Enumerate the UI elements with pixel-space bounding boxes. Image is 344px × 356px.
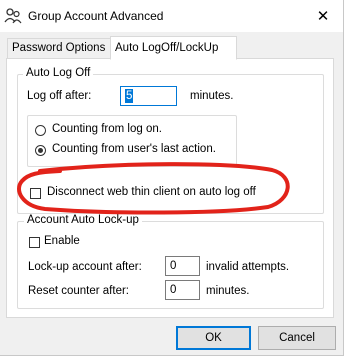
lockup-attempts-unit-label: invalid attempts. xyxy=(206,261,290,273)
counting-mode-group: Counting from log on. Counting from user… xyxy=(27,115,237,167)
reset-counter-unit-label: minutes. xyxy=(206,285,250,297)
radio-count-from-logon[interactable] xyxy=(35,125,46,136)
close-button[interactable]: ✕ xyxy=(303,0,343,32)
account-auto-lockup-group-title: Account Auto Lock-up xyxy=(24,214,142,226)
auto-log-off-group: Auto Log Off Log off after: 5 minutes. C… xyxy=(17,67,324,214)
radio-count-from-last-action[interactable] xyxy=(35,145,46,156)
dialog-window: Group Account Advanced ✕ Password Option… xyxy=(0,0,344,356)
enable-lockup-label[interactable]: Enable xyxy=(44,235,80,247)
radio-count-from-logon-label[interactable]: Counting from log on. xyxy=(52,123,162,135)
account-auto-lockup-group: Account Auto Lock-up Enable Lock-up acco… xyxy=(17,214,324,309)
enable-lockup-checkbox[interactable] xyxy=(29,237,40,248)
reset-counter-label: Reset counter after: xyxy=(28,285,129,297)
log-off-minutes-value: 5 xyxy=(125,89,134,103)
log-off-unit-label: minutes. xyxy=(190,90,234,102)
cancel-button[interactable]: Cancel xyxy=(258,326,336,350)
log-off-after-label: Log off after: xyxy=(27,90,92,102)
log-off-minutes-input[interactable]: 5 xyxy=(120,86,177,106)
radio-count-from-last-action-label[interactable]: Counting from user's last action. xyxy=(52,143,216,155)
close-icon: ✕ xyxy=(316,8,330,25)
window-title: Group Account Advanced xyxy=(28,9,164,23)
tab-auto-logoff-lockup[interactable]: Auto LogOff/LockUp xyxy=(110,36,237,60)
reset-counter-input[interactable]: 0 xyxy=(165,280,200,300)
ok-button[interactable]: OK xyxy=(176,326,251,350)
lockup-attempts-input[interactable]: 0 xyxy=(165,256,200,276)
tab-page-auto-logoff: Auto Log Off Log off after: 5 minutes. C… xyxy=(6,58,334,318)
group-users-icon xyxy=(4,8,22,24)
title-bar[interactable]: Group Account Advanced ✕ xyxy=(0,0,343,32)
disconnect-web-thin-client-label[interactable]: Disconnect web thin client on auto log o… xyxy=(47,186,256,198)
disconnect-web-thin-client-checkbox[interactable] xyxy=(30,188,41,199)
tab-password-options[interactable]: Password Options xyxy=(7,38,116,58)
lockup-after-label: Lock-up account after: xyxy=(28,261,142,273)
tab-strip: Password Options Auto LogOff/LockUp xyxy=(0,36,343,60)
auto-log-off-group-title: Auto Log Off xyxy=(23,67,94,79)
